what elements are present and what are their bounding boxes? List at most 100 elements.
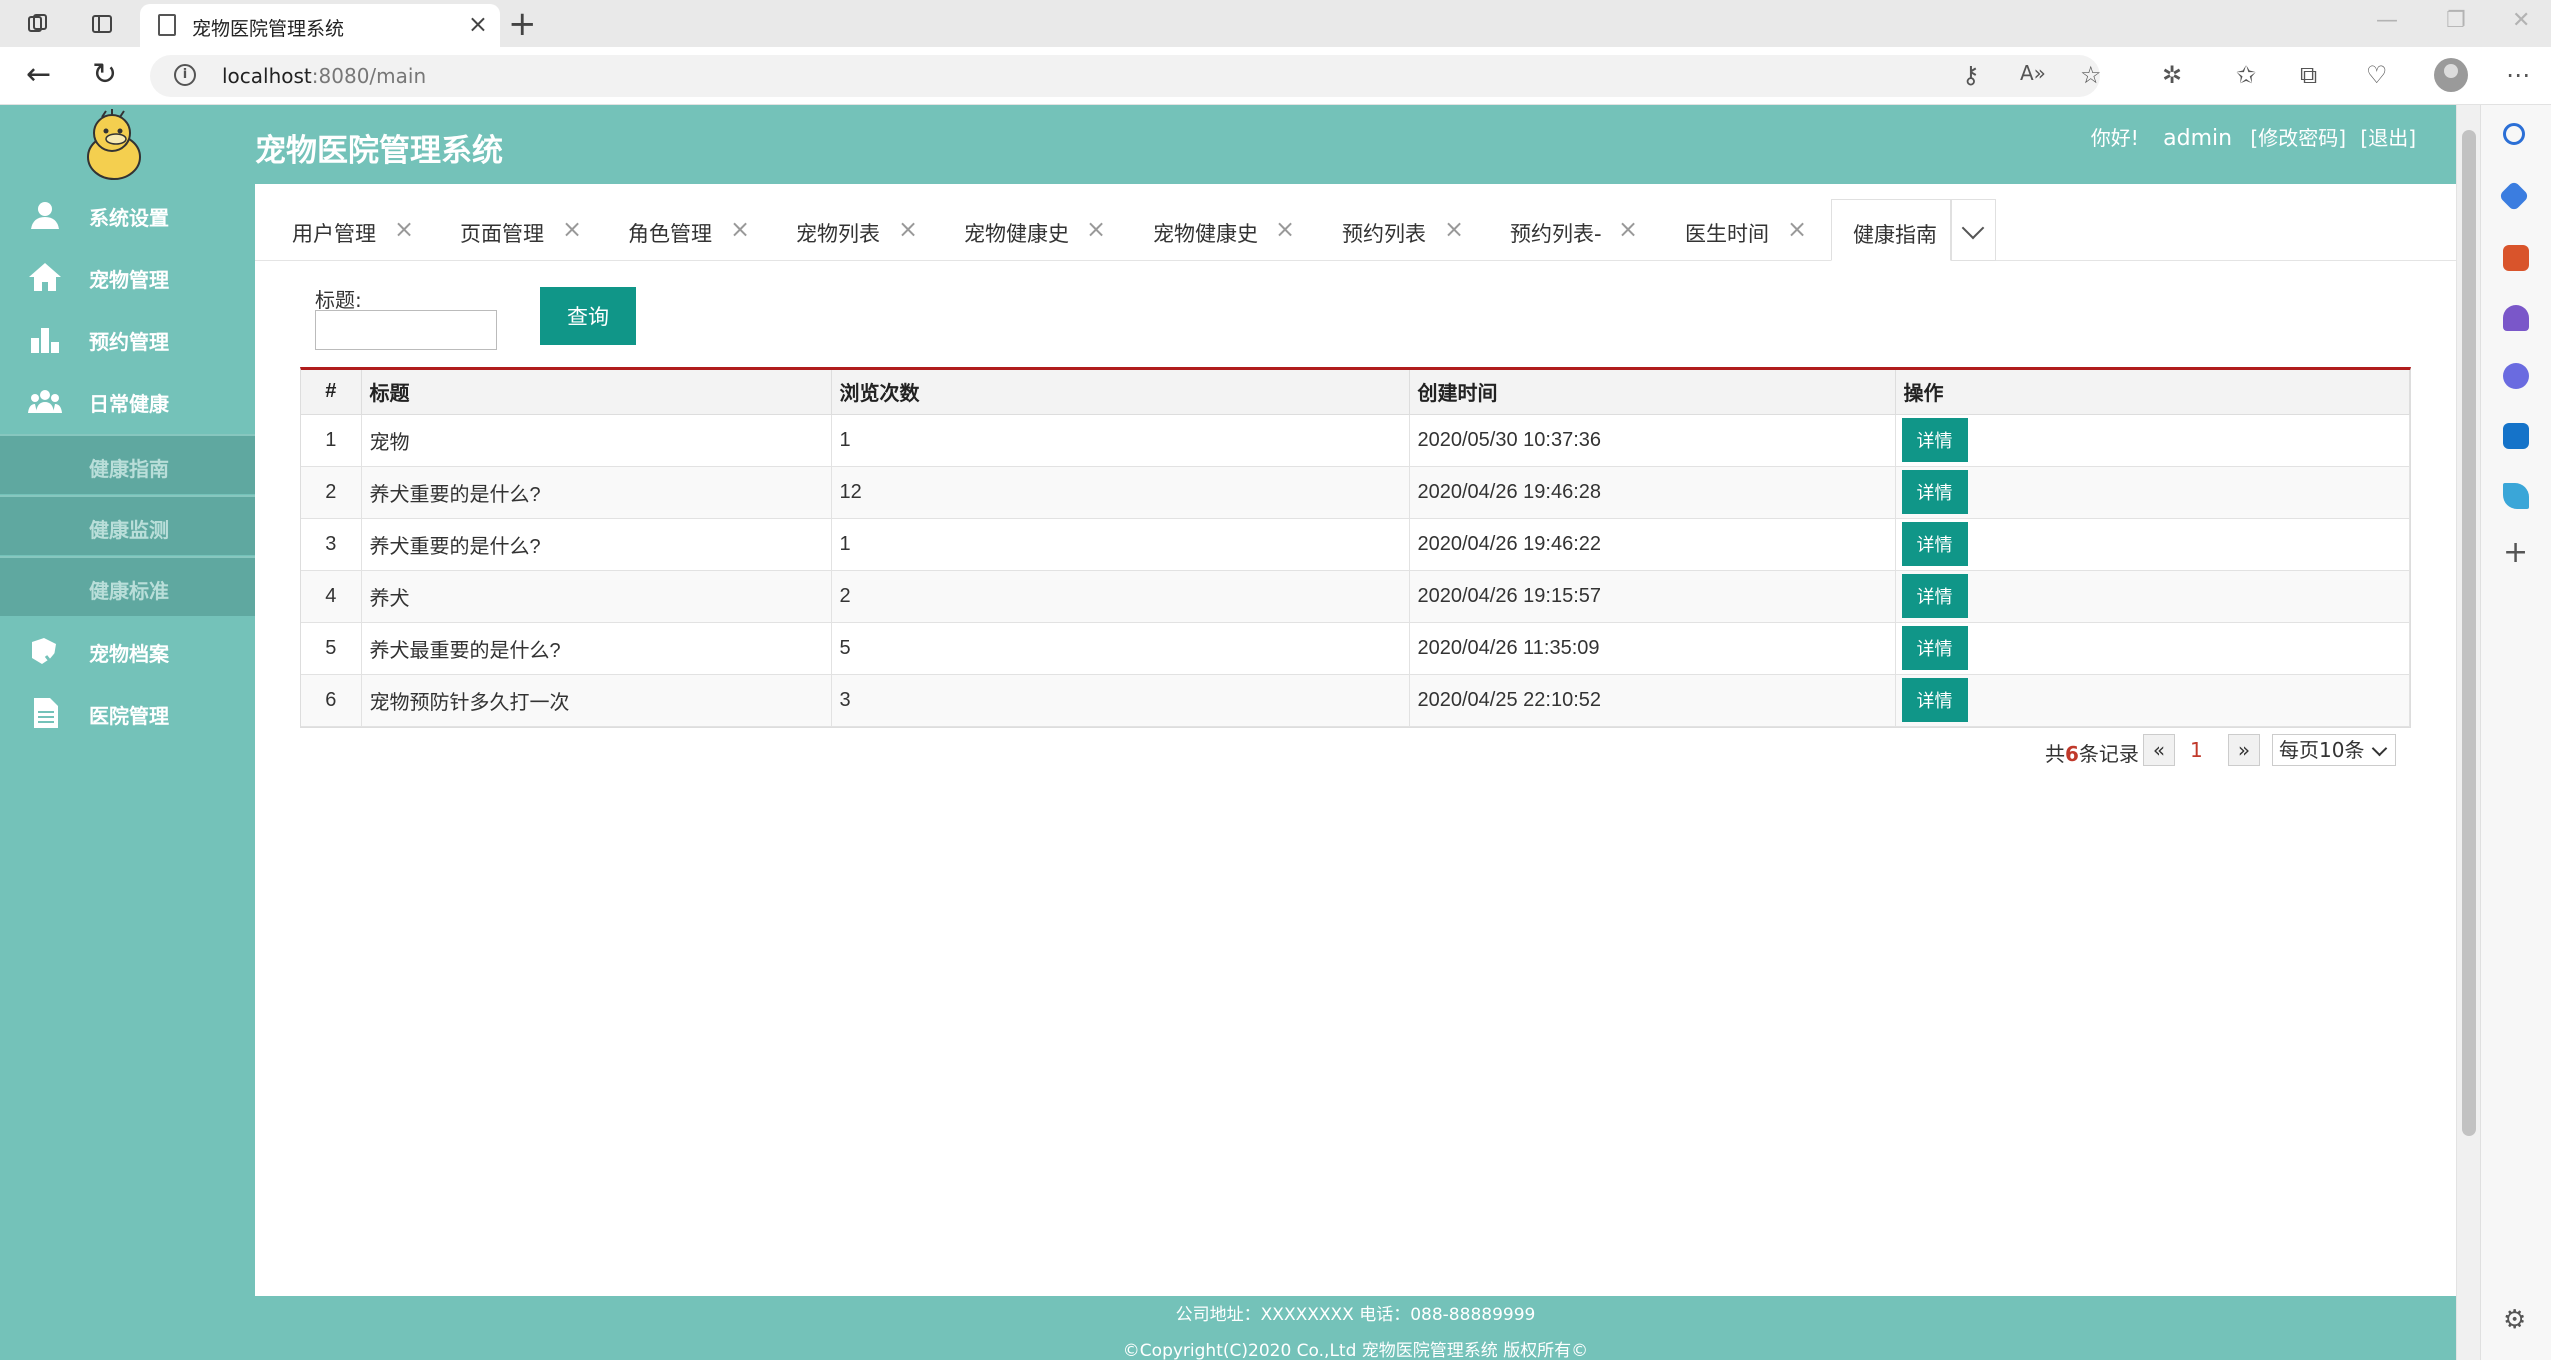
duck-logo-icon [80, 109, 150, 181]
detail-button[interactable]: 详情 [1901, 470, 1968, 514]
group-icon [28, 390, 62, 413]
username-text: admin [2163, 126, 2233, 151]
close-icon[interactable]: × [898, 215, 918, 243]
current-page[interactable]: 1 [2190, 738, 2203, 762]
close-tab-icon[interactable]: × [468, 10, 488, 38]
close-icon[interactable]: × [1787, 215, 1807, 243]
games-icon[interactable] [2503, 305, 2529, 331]
restore-icon[interactable]: ❐ [2446, 8, 2466, 33]
document-icon [34, 698, 58, 728]
home-icon [29, 263, 61, 291]
detail-button[interactable]: 详情 [1901, 522, 1968, 566]
next-page-button[interactable]: » [2228, 734, 2260, 766]
app-header: 宠物医院管理系统 你好! admin [修改密码] [退出] [0, 105, 2456, 184]
pet-check-icon [32, 638, 62, 664]
change-password-link[interactable]: [修改密码] [2250, 126, 2346, 150]
user-info: 你好! admin [修改密码] [退出] [2073, 122, 2416, 151]
page-size-select[interactable]: 每页10条 [2272, 734, 2396, 766]
favorite-star-icon[interactable]: ☆ [2080, 61, 2102, 89]
close-icon[interactable]: × [1086, 215, 1106, 243]
refresh-icon[interactable]: ↻ [92, 57, 117, 92]
close-icon[interactable]: × [1275, 215, 1295, 243]
site-info-icon[interactable]: i [174, 64, 196, 86]
search-title-input[interactable] [315, 310, 497, 350]
office-icon[interactable] [2503, 363, 2529, 389]
app-footer: 公司地址：XXXXXXXX 电话：088-88889999 ©Copyright… [255, 1296, 2456, 1360]
sidebar: 系统设置 宠物管理 预约管理 日常健康 健康指南 健康监测 健康标准 宠物档案 … [0, 184, 255, 1360]
browser-tab[interactable]: 宠物医院管理系统 × [140, 4, 500, 47]
close-window-icon[interactable]: ✕ [2512, 8, 2530, 33]
column-header-created: 创建时间 [1409, 370, 1896, 415]
user-icon [31, 202, 59, 229]
table-row: 4 养犬 2 2020/04/26 19:15:57 详情 [301, 570, 2410, 623]
main-content: 用户管理 × 页面管理 × 角色管理 × 宠物列表 × 宠物健康史 × 宠物健康史 × 预约… [255, 184, 2456, 1296]
detail-button[interactable]: 详情 [1901, 574, 1968, 618]
browser-titlebar: 宠物医院管理系统 × + — ❐ ✕ [0, 0, 2551, 47]
outlook-icon[interactable] [2503, 423, 2529, 449]
url-field[interactable]: i localhost:8080/main [150, 55, 2100, 97]
tools-icon[interactable] [2503, 245, 2529, 271]
search-icon[interactable] [2503, 123, 2525, 145]
sidebar-item-hospital-management[interactable]: 医院管理 [0, 682, 255, 744]
greeting-text: 你好! [2090, 126, 2139, 150]
read-aloud-icon[interactable]: A» [2020, 61, 2046, 85]
detail-button[interactable]: 详情 [1901, 418, 1968, 462]
table-row: 2 养犬重要的是什么? 12 2020/04/26 19:46:28 详情 [301, 466, 2410, 519]
close-icon[interactable]: × [1444, 215, 1464, 243]
profile-avatar[interactable] [2434, 58, 2468, 92]
scroll-thumb[interactable] [2462, 130, 2476, 1136]
sidebar-subitem-health-monitoring[interactable]: 健康监测 [0, 495, 255, 555]
close-icon[interactable]: × [1618, 215, 1638, 243]
close-icon[interactable]: × [730, 215, 750, 243]
table-row: 6 宠物预防针多久打一次 3 2020/04/25 22:10:52 详情 [301, 674, 2410, 727]
extensions-icon[interactable]: ✲ [2162, 61, 2182, 89]
collections-icon[interactable]: ⧉ [2300, 61, 2317, 89]
column-header-actions: 操作 [1895, 370, 2410, 415]
sidebar-subitem-health-standard[interactable]: 健康标准 [0, 556, 255, 616]
table-row: 1 宠物 1 2020/05/30 10:37:36 详情 [301, 414, 2410, 467]
key-icon[interactable]: ⚷ [1962, 61, 1980, 89]
add-panel-icon[interactable]: + [2503, 535, 2528, 570]
workspaces-icon[interactable] [24, 10, 52, 38]
back-icon[interactable]: ← [26, 57, 51, 92]
close-icon[interactable]: × [394, 215, 414, 243]
page-tabs: 用户管理 × 页面管理 × 角色管理 × 宠物列表 × 宠物健康史 × 宠物健康史 × 预约… [255, 199, 2456, 261]
performance-icon[interactable]: ♡ [2366, 61, 2388, 89]
bar-chart-icon [31, 328, 59, 353]
send-icon[interactable] [2503, 483, 2529, 509]
close-icon[interactable]: × [562, 215, 582, 243]
sidebar-item-pet-management[interactable]: 宠物管理 [0, 246, 255, 308]
prev-page-button[interactable]: « [2143, 734, 2175, 766]
tab-health-guide[interactable]: 健康指南 [1831, 199, 1951, 261]
new-tab-icon[interactable]: + [508, 4, 537, 44]
minimize-icon[interactable]: — [2376, 8, 2398, 33]
health-guide-table: # 标题 浏览次数 创建时间 操作 1 宠物 1 2020/05/30 10:3… [300, 367, 2411, 728]
sidebar-item-system-settings[interactable]: 系统设置 [0, 184, 255, 246]
table-header-row: # 标题 浏览次数 创建时间 操作 [301, 370, 2410, 415]
table-row: 3 养犬重要的是什么? 1 2020/04/26 19:46:22 详情 [301, 518, 2410, 571]
sidebar-item-appointment-management[interactable]: 预约管理 [0, 308, 255, 370]
settings-gear-icon[interactable]: ⚙ [2503, 1305, 2526, 1335]
sidebar-subitem-health-guide[interactable]: 健康指南 [0, 434, 255, 494]
browser-tab-title: 宠物医院管理系统 [192, 18, 345, 40]
column-header-title: 标题 [361, 370, 832, 415]
record-count: 共6条记录 [2045, 742, 2139, 766]
detail-button[interactable]: 详情 [1901, 626, 1968, 670]
shopping-tag-icon[interactable] [2498, 180, 2530, 212]
logout-link[interactable]: [退出] [2360, 126, 2416, 150]
footer-address: 公司地址：XXXXXXXX 电话：088-88889999 [1175, 1305, 1536, 1325]
detail-button[interactable]: 详情 [1901, 678, 1968, 722]
search-title-label: 标题: [315, 288, 362, 312]
search-button[interactable]: 查询 [540, 287, 636, 345]
more-menu-icon[interactable]: ⋯ [2506, 61, 2530, 89]
sidebar-item-pet-records[interactable]: 宠物档案 [0, 620, 255, 682]
tab-actions-icon[interactable] [88, 10, 116, 38]
tabs-more-chevron-down-icon[interactable] [1951, 199, 1996, 261]
address-bar: ← ↻ i localhost:8080/main ⚷ A» ☆ ✲ ✩ ⧉ ♡… [0, 47, 2551, 105]
sidebar-item-daily-health[interactable]: 日常健康 [0, 370, 255, 432]
column-header-index: # [301, 370, 362, 415]
page-scrollbar[interactable] [2456, 105, 2480, 1360]
edge-sidebar: + ⚙ [2480, 105, 2551, 1360]
footer-copyright: ©Copyright(C)2020 Co.,Ltd 宠物医院管理系统 版权所有© [1122, 1341, 1589, 1360]
favorites-icon[interactable]: ✩ [2236, 61, 2256, 89]
